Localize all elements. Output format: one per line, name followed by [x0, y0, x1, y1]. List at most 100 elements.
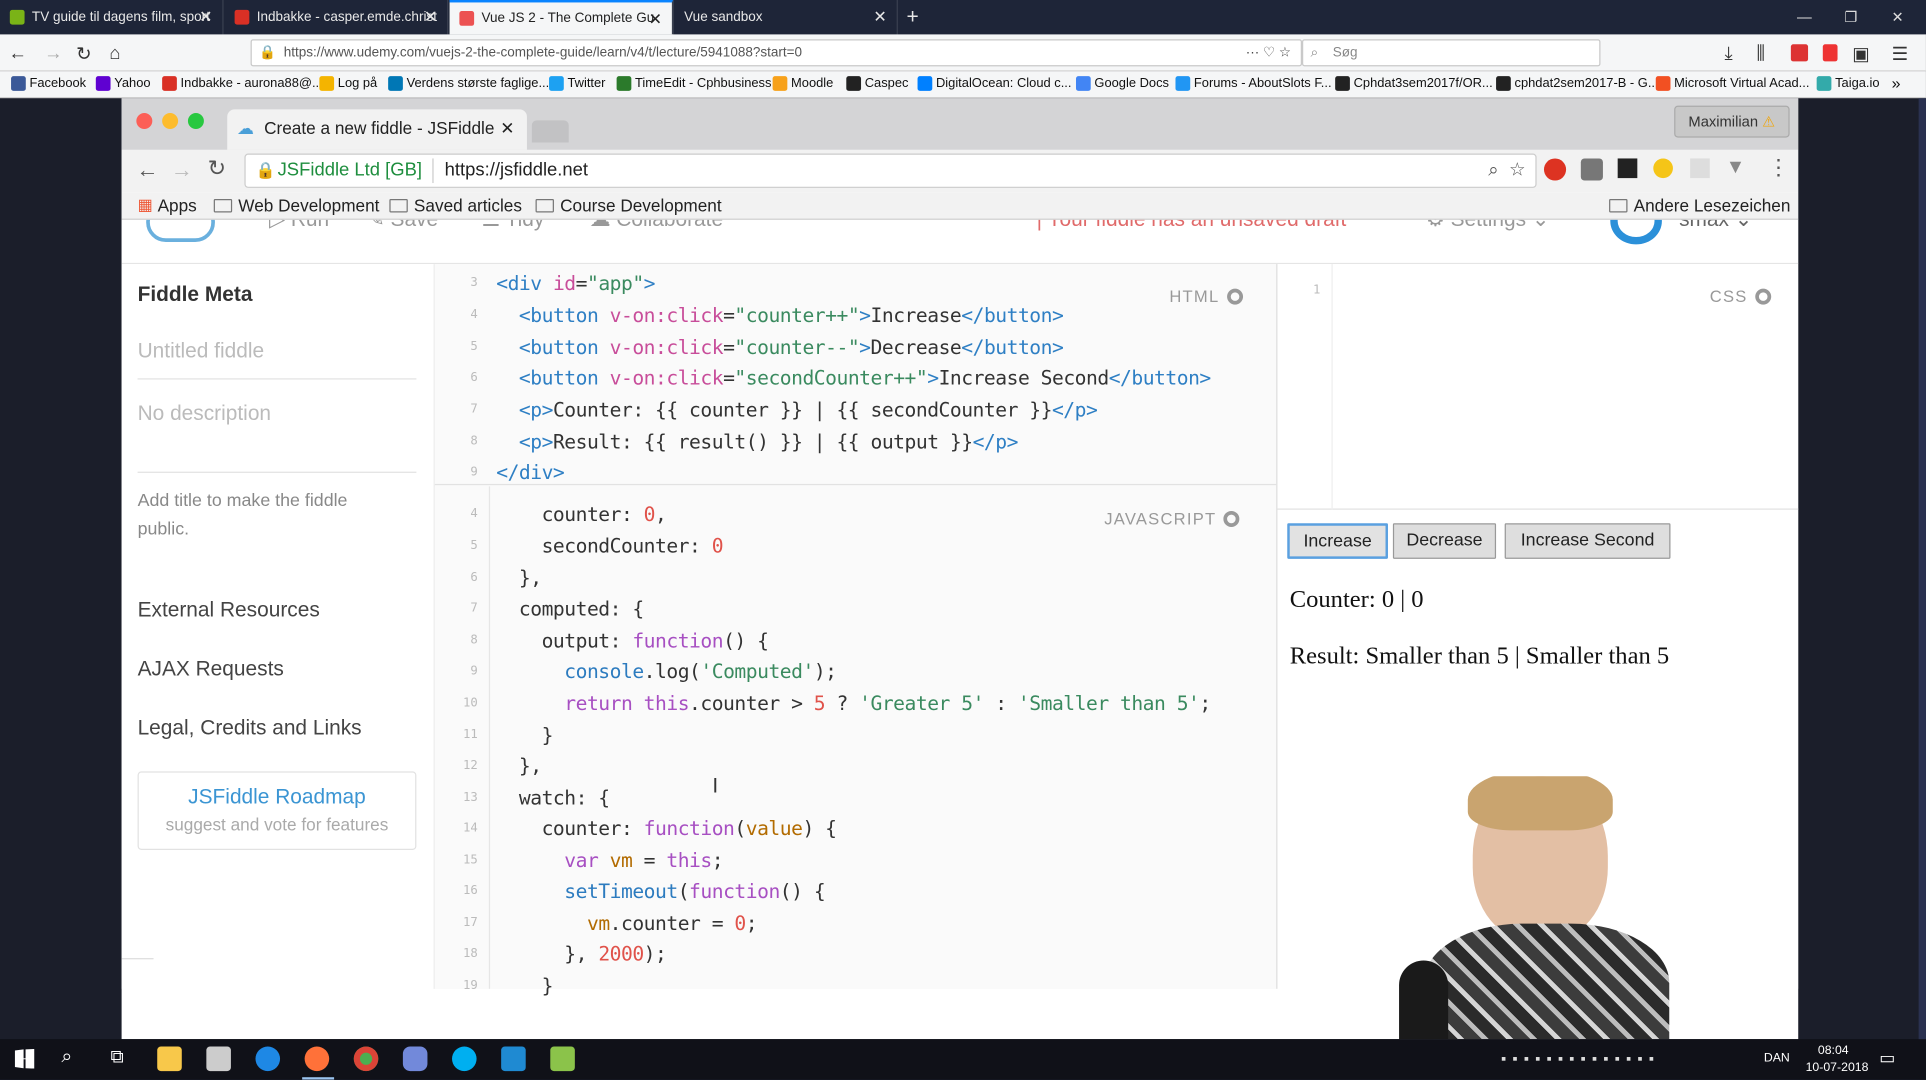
line-number: 3: [470, 276, 478, 290]
bookmark-folder: Saved articles: [389, 195, 522, 215]
sidebar-heading: Fiddle Meta: [137, 282, 253, 306]
line-number: 4: [470, 308, 478, 322]
bookmark-item[interactable]: cphdat2sem2017-B - G...: [1496, 76, 1659, 91]
task-view-icon[interactable]: ⧉: [111, 1047, 124, 1068]
avatar: [1610, 219, 1662, 245]
bookmark-item[interactable]: Yahoo: [95, 76, 151, 91]
code-line: }, 2000);: [496, 942, 667, 966]
download-icon[interactable]: ⤓: [1725, 43, 1733, 64]
browser-tab[interactable]: Vue sandbox ✕: [674, 0, 898, 35]
fiddle-sidebar: Fiddle Meta Untitled fiddle No descripti…: [121, 264, 434, 989]
bookmark-item[interactable]: Twitter: [549, 76, 605, 91]
bookmark-item[interactable]: Verdens største faglige...: [388, 76, 549, 91]
adblock-icon[interactable]: [1790, 44, 1809, 62]
presenter-webcam: [1399, 776, 1694, 1040]
windows-taskbar: ⌕ ⧉ ▪▪▪▪▪▪▪▪▪▪▪▪▪▪ DAN 08:04 10-07-2018 …: [0, 1039, 1926, 1080]
system-tray-icons[interactable]: ▪▪▪▪▪▪▪▪▪▪▪▪▪▪: [1501, 1050, 1660, 1067]
bookmark-item[interactable]: Caspec: [846, 76, 908, 91]
close-icon[interactable]: ✕: [424, 7, 437, 27]
bookmark-item[interactable]: Cphdat3sem2017f/OR...: [1335, 76, 1493, 91]
library-icon[interactable]: ⫼: [1756, 43, 1764, 64]
bookmark-item[interactable]: Facebook: [11, 76, 86, 91]
search-icon[interactable]: ⌕: [61, 1047, 72, 1069]
forward-icon[interactable]: →: [44, 43, 62, 64]
search-input[interactable]: ⌕ Søg: [1301, 39, 1601, 67]
bookmark-item[interactable]: Google Docs: [1075, 76, 1169, 91]
bookmark-item[interactable]: DigitalOcean: Cloud c...: [917, 76, 1071, 91]
language-indicator[interactable]: DAN: [1764, 1051, 1790, 1065]
recorded-mac-window: ☁ Create a new fiddle - JSFiddle ✕ Maximil…: [121, 98, 1799, 1040]
new-tab-button[interactable]: +: [899, 0, 933, 34]
back-icon[interactable]: ←: [9, 43, 27, 64]
home-icon[interactable]: ⌂: [109, 43, 120, 64]
calculator-icon[interactable]: [206, 1046, 231, 1072]
code-line: }: [496, 974, 554, 998]
mac-minimize-icon: [162, 113, 179, 129]
skype-icon[interactable]: [452, 1046, 477, 1072]
roadmap-card: JSFiddle Roadmap suggest and vote for fe…: [137, 771, 417, 850]
jsfiddle-toolbar: ▷ Run ✎ Save ☰ Tidy ☁ Collaborate | Your…: [121, 219, 1799, 265]
line-number: 9: [470, 664, 478, 679]
css-panel: 1 CSS: [1277, 264, 1799, 510]
close-icon: ✕: [500, 117, 515, 138]
bookmark-item[interactable]: Forums - AboutSlots F...: [1175, 76, 1332, 91]
forward-icon: →: [170, 157, 193, 182]
close-icon[interactable]: ✕: [873, 7, 886, 27]
vscode-icon[interactable]: [501, 1046, 526, 1072]
close-icon[interactable]: ✕: [199, 7, 212, 27]
app-icon[interactable]: [255, 1046, 281, 1072]
start-icon[interactable]: [14, 1048, 35, 1069]
divider: [137, 471, 417, 473]
app-icon[interactable]: [550, 1046, 575, 1072]
lock-icon: 🔒: [255, 160, 276, 180]
zoom-icon: ⌕: [1488, 159, 1499, 181]
line-number: 19: [463, 978, 478, 993]
close-window-icon[interactable]: ✕: [1877, 0, 1919, 34]
browser-tab[interactable]: Indbakke - casper.emde.christ ✕: [225, 0, 449, 35]
run-button: ▷ Run: [269, 220, 329, 232]
javascript-panel: JAVASCRIPT 4 5 6 7 8 9 10 11 12 13 14 15…: [434, 486, 1278, 997]
increase-button: Increase: [1287, 523, 1388, 559]
minimize-icon[interactable]: —: [1783, 0, 1825, 34]
browser-tab[interactable]: TV guide til dagens film, sport ✕: [0, 0, 224, 35]
scrollbar[interactable]: [1918, 98, 1926, 1040]
code-line: return this.counter > 5 ? 'Greater 5' : …: [564, 691, 1211, 715]
bookmark-item[interactable]: Taiga.io: [1816, 76, 1880, 91]
jsfiddle-logo-icon: [146, 219, 215, 242]
clock-time[interactable]: 08:04: [1818, 1044, 1849, 1058]
browser-tab-active[interactable]: Vue JS 2 - The Complete Gu ✕: [449, 0, 674, 35]
file-explorer-icon[interactable]: [157, 1046, 182, 1072]
page-actions-icon[interactable]: ··· ♡ ☆: [1246, 41, 1291, 66]
notifications-icon[interactable]: ▭: [1879, 1048, 1895, 1069]
bookmark-item[interactable]: Indbakke - aurona88@...: [162, 76, 323, 91]
more-bookmarks-icon[interactable]: »: [1892, 74, 1901, 92]
restore-icon[interactable]: ❐: [1830, 0, 1872, 34]
close-icon[interactable]: ✕: [649, 10, 662, 30]
folder-icon: [213, 198, 233, 212]
html-panel-label: HTML: [1169, 287, 1243, 306]
apps-icon: ▦: [137, 195, 153, 214]
firefox-icon[interactable]: [304, 1046, 330, 1072]
chrome-icon[interactable]: [353, 1046, 379, 1072]
line-number: 4: [470, 507, 478, 521]
discord-icon[interactable]: [402, 1046, 428, 1072]
reload-icon[interactable]: ↻: [76, 43, 91, 65]
folder-icon: [535, 198, 554, 212]
gear-icon: [1754, 288, 1771, 305]
url-bar[interactable]: https://www.udemy.com/vuejs-2-the-comple…: [250, 39, 1302, 67]
menu-icon[interactable]: ☰: [1892, 43, 1909, 65]
bookmark-item[interactable]: Log på: [319, 76, 377, 91]
bookmark-item[interactable]: TimeEdit - Cphbusiness: [616, 76, 771, 91]
sidebar-icon[interactable]: ▣: [1852, 43, 1869, 65]
bookmark-item[interactable]: Moodle: [772, 76, 833, 91]
line-number: 16: [463, 884, 478, 898]
fiddle-title-input: Untitled fiddle: [137, 339, 265, 363]
code-line: var vm = this;: [564, 848, 724, 873]
bookmark-item[interactable]: Microsoft Virtual Acad...: [1655, 76, 1809, 91]
folder-icon: [1609, 198, 1628, 212]
fiddle-description-input: No description: [137, 401, 272, 425]
clock-date[interactable]: 10-07-2018: [1806, 1061, 1869, 1075]
firefox-tab-strip: TV guide til dagens film, sport ✕ Indbakk…: [0, 0, 1926, 35]
extension-icon[interactable]: [1822, 44, 1838, 62]
warning-icon: ⚠: [1762, 113, 1776, 131]
